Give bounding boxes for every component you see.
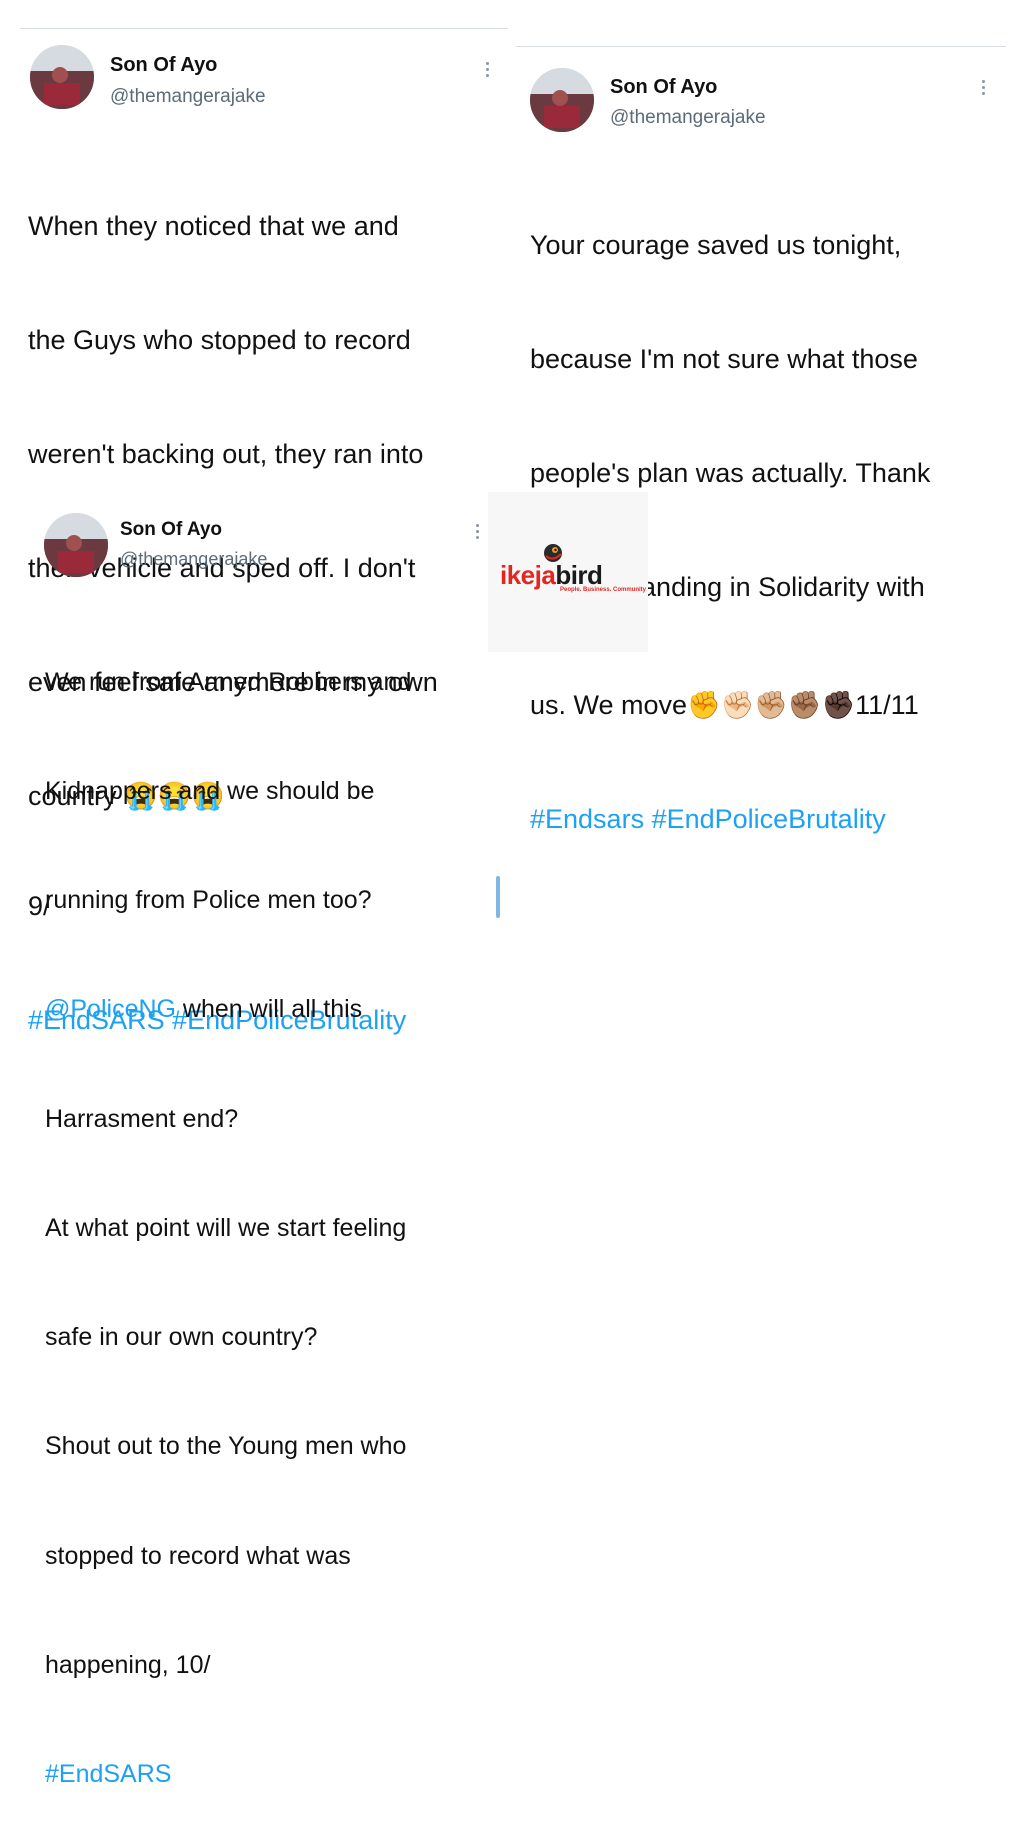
author-name[interactable]: Son Of Ayo <box>110 54 217 77</box>
tweet-line: Kidnappers and we should be <box>45 777 375 806</box>
scrollbar[interactable] <box>496 876 500 918</box>
author-name[interactable]: Son Of Ayo <box>120 519 222 541</box>
logo-text-ikeja: ikeja <box>500 560 556 590</box>
avatar[interactable] <box>30 45 94 109</box>
tweet-line: happening, 10/ <box>45 1650 211 1679</box>
author-handle[interactable]: @themangerajake <box>610 107 766 129</box>
tweet-line: running from Police men too? <box>45 886 372 915</box>
tweet-line: Shout out to the Young men who <box>45 1432 407 1461</box>
tweet-line-rest: when will all this <box>175 995 363 1024</box>
tweet-line: because I'm not sure what those <box>530 344 918 374</box>
tweet-text: We run from Armed Robbers and Kidnappers… <box>45 591 495 1829</box>
author-handle[interactable]: @themangerajake <box>110 86 266 108</box>
tweet-line: At what point will we start feeling <box>45 1213 407 1242</box>
mention-link[interactable]: @PoliceNG <box>45 995 176 1023</box>
tweet-line: We run from Armed Robbers and <box>45 667 412 696</box>
tweet-line: people's plan was actually. Thank <box>530 458 931 488</box>
author-name[interactable]: Son Of Ayo <box>610 76 717 99</box>
top-divider-right <box>516 46 1006 47</box>
tweet-line: @PoliceNG when will all this <box>45 991 495 1027</box>
avatar[interactable] <box>44 513 108 577</box>
tweet-line: the Guys who stopped to record <box>28 325 411 355</box>
tweet-line: Your courage saved us tonight, <box>530 230 902 260</box>
hashtag-link[interactable]: #EndSARS <box>45 1756 495 1792</box>
hashtag-links[interactable]: #Endsars #EndPoliceBrutality <box>530 800 1010 838</box>
avatar[interactable] <box>530 68 594 132</box>
tweet-line: stopped to record what was <box>45 1541 351 1570</box>
logo-text-bird: bird <box>555 560 603 590</box>
logo-tagline: People. Business. Community <box>560 587 647 593</box>
more-options-icon[interactable] <box>486 62 490 80</box>
more-options-icon[interactable] <box>982 80 986 98</box>
top-divider-left <box>20 28 508 29</box>
author-handle[interactable]: @themangerajake <box>120 549 267 570</box>
tweet-line: weren't backing out, they ran into <box>28 439 424 469</box>
tweet-line: safe in our own country? <box>45 1323 318 1352</box>
more-options-icon[interactable] <box>476 524 480 542</box>
tweet-line: us. We move✊✊🏻✊🏼✊🏽✊🏿11/11 <box>530 690 919 720</box>
tweet-line: Harrasment end? <box>45 1104 239 1133</box>
tweet-line: When they noticed that we and <box>28 211 399 241</box>
